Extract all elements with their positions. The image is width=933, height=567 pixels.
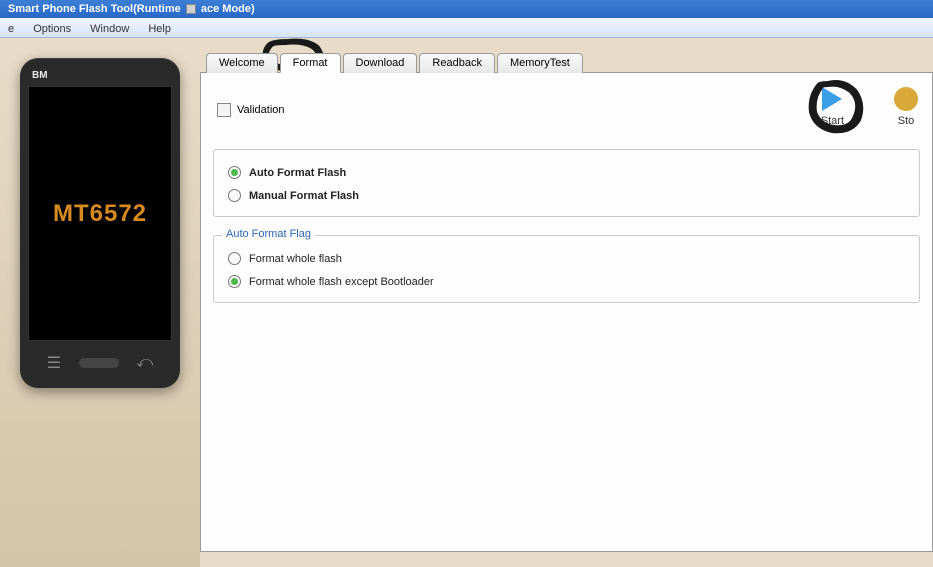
tab-format[interactable]: Format — [280, 53, 341, 73]
whole-flash-radio-row[interactable]: Format whole flash — [228, 252, 909, 265]
phone-home-icon — [79, 358, 119, 368]
menubar: e Options Window Help — [0, 18, 933, 38]
auto-format-label: Auto Format Flash — [249, 167, 346, 179]
start-label: Start — [821, 115, 844, 127]
phone-menu-icon: ☰ — [47, 353, 61, 373]
tab-memorytest[interactable]: MemoryTest — [497, 53, 583, 73]
stop-button[interactable]: Sto — [884, 85, 928, 129]
whole-flash-radio[interactable] — [228, 252, 241, 265]
manual-format-label: Manual Format Flash — [249, 190, 359, 202]
validation-label: Validation — [237, 104, 285, 116]
whole-flash-label: Format whole flash — [249, 253, 342, 265]
titlebar: Smart Phone Flash Tool(Runtime ace Mode) — [0, 0, 933, 18]
except-bootloader-label: Format whole flash except Bootloader — [249, 276, 434, 288]
play-icon — [822, 87, 842, 111]
phone-brand: BM — [32, 70, 48, 81]
manual-format-radio-row[interactable]: Manual Format Flash — [228, 189, 909, 202]
start-button[interactable]: Start — [811, 85, 854, 129]
except-bootloader-radio[interactable] — [228, 275, 241, 288]
menu-help[interactable]: Help — [140, 21, 179, 37]
phone-back-icon: ⤺ — [136, 354, 153, 372]
content-panel: Welcome Format Download Readback MemoryT… — [200, 38, 933, 567]
tab-bar: Welcome Format Download Readback MemoryT… — [206, 52, 933, 72]
auto-format-flag-legend: Auto Format Flag — [222, 228, 315, 240]
phone-panel: BM MT6572 ☰ ⤺ — [0, 38, 200, 567]
auto-format-radio[interactable] — [228, 166, 241, 179]
stop-label: Sto — [898, 115, 915, 127]
tab-readback[interactable]: Readback — [419, 53, 495, 73]
title-text-right: ace Mode) — [201, 3, 255, 15]
phone-model: MT6572 — [53, 200, 147, 228]
phone-mockup: BM MT6572 ☰ ⤺ — [20, 58, 180, 388]
phone-buttons: ☰ ⤺ — [28, 353, 172, 373]
menu-options[interactable]: Options — [25, 21, 79, 37]
menu-file[interactable]: e — [0, 21, 22, 37]
phone-screen: MT6572 — [28, 86, 172, 341]
except-bootloader-radio-row[interactable]: Format whole flash except Bootloader — [228, 275, 909, 288]
validation-checkbox-row[interactable]: Validation — [217, 103, 285, 117]
menu-window[interactable]: Window — [82, 21, 137, 37]
manual-format-radio[interactable] — [228, 189, 241, 202]
format-mode-section: Auto Format Flash Manual Format Flash — [213, 149, 920, 217]
stop-icon — [894, 87, 918, 111]
tab-welcome[interactable]: Welcome — [206, 53, 278, 73]
tab-content-format: Validation Start Sto Auto Fo — [200, 72, 933, 552]
validation-checkbox[interactable] — [217, 103, 231, 117]
tab-download[interactable]: Download — [343, 53, 418, 73]
auto-format-flag-section: Auto Format Flag Format whole flash Form… — [213, 235, 920, 303]
title-box-icon — [186, 4, 196, 14]
title-text-left: Smart Phone Flash Tool(Runtime — [8, 3, 181, 15]
auto-format-radio-row[interactable]: Auto Format Flash — [228, 166, 909, 179]
